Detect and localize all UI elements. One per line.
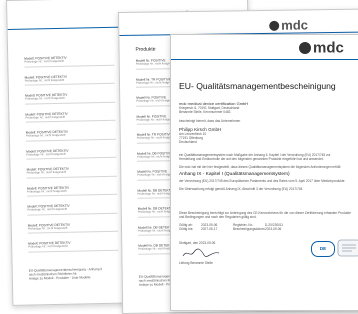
list-item: Modell: POSITIVE DETEKTIV Prüfanlage Nr.:… bbox=[25, 110, 116, 123]
list-item-sub: Prüfanlage Nr.: nicht festgestellt bbox=[26, 188, 67, 194]
issuer-block: mdc medical device certification GmbH Kr… bbox=[179, 101, 248, 114]
validity-line: und Bedingungen und nach den Regularien … bbox=[179, 215, 257, 219]
left-footer-line: Anlage zu Modell - Produkte - Liste Mode… bbox=[28, 275, 91, 281]
divider bbox=[26, 156, 117, 160]
list-item-sub: Prüfanlage Nr.: nicht festgestellt bbox=[27, 206, 67, 212]
list-item-sub: Prüfanlage Nr.: nicht festgestellt bbox=[26, 169, 67, 175]
issuer-note: Benannte Stelle, Kennnummer 0483 bbox=[179, 110, 231, 114]
list-item: Modell: POSITIVE DETEKTIV Prüfanlage Nr.:… bbox=[26, 166, 117, 179]
list-item-sub: Prüfanlage Nr.: nicht festgestellt bbox=[25, 114, 65, 120]
divider bbox=[25, 138, 116, 142]
surveillance-paragraph: Die Überwachung erfolgt gemäß Anhang IX,… bbox=[179, 187, 304, 191]
annex-description: der Verordnung (EU) 2017/745 des Europäi… bbox=[179, 179, 345, 183]
findings-paragraph: Die mdc hat mit der hier festgestellt, d… bbox=[179, 165, 342, 169]
seal-text: DE bbox=[319, 246, 327, 251]
list-item: Modell: POSITIVE DETEKTIV Prüfanlage Nr.:… bbox=[25, 129, 116, 142]
list-item: Modell: POSITIVE DETEKTIV Prüfanlage Nr.:… bbox=[28, 240, 119, 253]
company-block: Philipp Kirsch GmbH Am Lenzenfleck 10 77… bbox=[179, 127, 221, 144]
list-item: Modell: POSITIVE DETEKTIV Prüfanlage Nr.:… bbox=[26, 147, 117, 160]
list-item-sub: Prüfanlage Nr.: nicht festgestellt bbox=[24, 77, 65, 83]
mdc-logo: mdc bbox=[269, 16, 308, 33]
list-item-sub: Prüfanlage Nr.: nicht festgestellt bbox=[27, 225, 68, 231]
list-item-sub: Prüfanlage Nr.: nicht festgestellt bbox=[24, 58, 64, 64]
divider bbox=[26, 175, 117, 179]
certificate-title: EU- Qualitätsmanagementbescheinigung bbox=[179, 81, 336, 91]
certificate-page: mdc EU- Qualitätsmanagementbescheinigung… bbox=[170, 34, 358, 311]
list-item: Modell: POSITIVE DETEKTIV Prüfanlage Nr.:… bbox=[27, 203, 118, 216]
statement: bescheinigt hiermit, dass das Unternehme… bbox=[179, 119, 241, 123]
list-item: Modell: POSITIVE DETEKTIV Prüfanlage Nr.:… bbox=[25, 92, 116, 105]
field-value: 2023-09-06 bbox=[265, 227, 282, 231]
list-item-sub: Prüfanlage Nr.: nicht festgestellt bbox=[25, 132, 66, 138]
divider bbox=[25, 101, 116, 105]
list-item-sub: Prüfanlage Nr.: nicht festgestellt bbox=[26, 151, 66, 157]
header-rule bbox=[171, 59, 358, 61]
validity-paragraph: Diese Bescheinigung berechtigt zur Anbri… bbox=[179, 211, 351, 219]
list-item: Modell: POSITIVE DETEKTIV Prüfanlage Nr.:… bbox=[24, 55, 115, 68]
divider bbox=[25, 119, 116, 123]
products-heading: Produkte bbox=[135, 46, 156, 53]
left-footer: EU-Qualitätsmanagementbescheinigung - An… bbox=[29, 267, 103, 281]
accreditation-logo-icon bbox=[337, 239, 358, 257]
list-item-sub: Prüfanlage Nr.: nicht festgestellt bbox=[25, 95, 65, 101]
divider bbox=[27, 230, 118, 234]
scope-line: Herstellung und Endkontrolle der auf den… bbox=[179, 157, 324, 161]
list-item: Modell: POSITIVE DETEKTIV Prüfanlage Nr.:… bbox=[27, 221, 118, 234]
accreditation-seal-icon: DE bbox=[311, 241, 335, 257]
signature-image bbox=[182, 248, 220, 257]
field-label: Bescheinigungsdatum: bbox=[233, 227, 266, 231]
field-value: 2027-05-17 bbox=[201, 227, 218, 231]
product-list-left: Modell: POSITIVE DETEKTIV Prüfanlage Nr.:… bbox=[7, 0, 247, 253]
annex-heading: Anhang IX - Kapitel I (Qualitätsmanageme… bbox=[179, 172, 290, 177]
divider bbox=[27, 193, 118, 197]
company-country: Deutschland bbox=[179, 140, 197, 144]
list-item: Modell: POSITIVE DETEKTIV Prüfanlage Nr.:… bbox=[26, 184, 118, 197]
logo-mark-icon bbox=[269, 20, 280, 31]
field-label: Gültig bis: bbox=[179, 227, 194, 231]
mdc-logo: mdc bbox=[299, 39, 344, 57]
signatory: Leitung Benannte Stelle bbox=[179, 261, 213, 265]
place-date: Stuttgart, den 2023-09-06 bbox=[179, 241, 216, 245]
divider bbox=[24, 82, 115, 86]
scope-paragraph: ein Qualitätsmanagementsystem nach Maßga… bbox=[179, 153, 331, 161]
divider bbox=[28, 249, 119, 253]
logo-mark-icon bbox=[299, 42, 311, 55]
list-item: Modell: POSITIVE DETEKTIV Prüfanlage Nr.:… bbox=[24, 73, 115, 86]
divider bbox=[24, 64, 115, 68]
list-item-sub: Prüfanlage Nr.: nicht festgestellt bbox=[28, 243, 68, 249]
divider bbox=[27, 212, 118, 216]
